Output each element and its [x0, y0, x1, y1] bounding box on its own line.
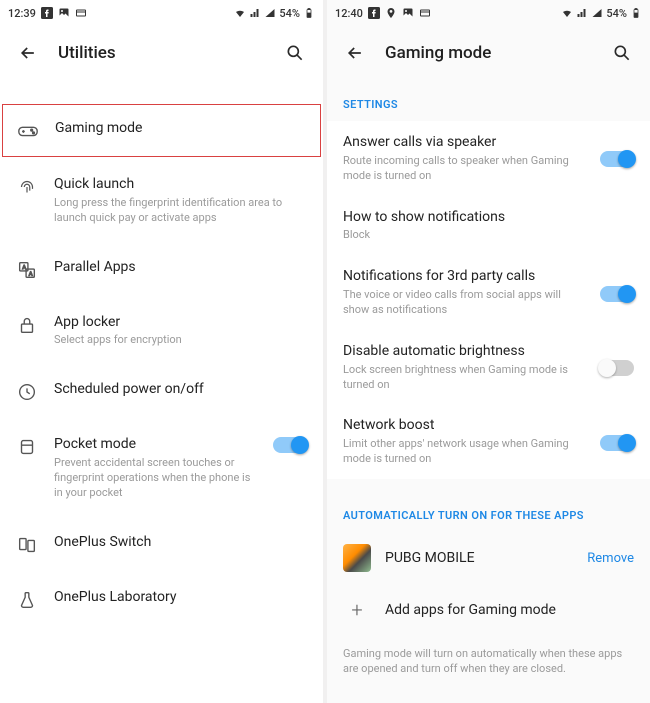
- item-title: Scheduled power on/off: [54, 380, 307, 399]
- setting-subtitle: Lock screen brightness when Gaming mode …: [343, 363, 578, 393]
- item-subtitle: Long press the fingerprint identificatio…: [54, 196, 307, 226]
- utilities-screen: 12:39 54% Utilities Gaming mode Quick la…: [0, 0, 323, 703]
- auto-brightness-toggle[interactable]: [600, 360, 634, 376]
- setting-title: How to show notifications: [343, 208, 628, 227]
- add-apps-label: Add apps for Gaming mode: [385, 602, 634, 618]
- signal-icon: [249, 7, 261, 19]
- page-title: Gaming mode: [385, 43, 592, 63]
- item-gaming-mode[interactable]: Gaming mode: [2, 104, 321, 157]
- lock-icon: [16, 314, 38, 336]
- item-quick-launch[interactable]: Quick launch Long press the fingerprint …: [0, 161, 323, 240]
- search-button[interactable]: [610, 41, 634, 65]
- status-bar: 12:39 54%: [0, 0, 323, 26]
- clock-icon: [16, 381, 38, 403]
- item-app-locker[interactable]: App locker Select apps for encryption: [0, 299, 323, 363]
- signal-icon-2: [591, 7, 603, 19]
- setting-title: Disable automatic brightness: [343, 342, 578, 361]
- image-icon: [402, 7, 414, 19]
- gaming-mode-screen: 12:40 54% Gaming mode SETTINGS Answer ca…: [327, 0, 650, 703]
- wifi-icon: [561, 7, 573, 19]
- setting-title: Network boost: [343, 416, 578, 435]
- card-icon: [419, 7, 431, 19]
- back-button[interactable]: [343, 41, 367, 65]
- status-time: 12:40: [335, 7, 363, 20]
- answer-calls-toggle[interactable]: [600, 151, 634, 167]
- gaming-mode-content: SETTINGS Answer calls via speaker Route …: [327, 80, 650, 703]
- facebook-icon: [368, 7, 380, 19]
- wifi-icon: [234, 7, 246, 19]
- svg-text:A: A: [22, 265, 26, 271]
- item-title: Pocket mode: [54, 435, 257, 454]
- battery-percent: 54%: [279, 7, 300, 20]
- battery-icon: [303, 7, 315, 19]
- section-settings-label: SETTINGS: [327, 80, 650, 121]
- third-party-calls-toggle[interactable]: [600, 286, 634, 302]
- facebook-icon: [41, 7, 53, 19]
- network-boost-toggle[interactable]: [600, 435, 634, 451]
- item-subtitle: Select apps for encryption: [54, 333, 307, 348]
- parallel-icon: AA: [16, 259, 38, 281]
- location-icon: [385, 7, 397, 19]
- battery-icon: [630, 7, 642, 19]
- item-subtitle: Prevent accidental screen touches or fin…: [54, 456, 257, 501]
- item-title: OnePlus Switch: [54, 533, 307, 552]
- image-icon: [58, 7, 70, 19]
- item-title: Parallel Apps: [54, 258, 307, 277]
- signal-icon-2: [264, 7, 276, 19]
- flask-icon: [16, 589, 38, 611]
- card-icon: [75, 7, 87, 19]
- search-button[interactable]: [283, 41, 307, 65]
- setting-how-to-show-notifications[interactable]: How to show notifications Block: [327, 196, 650, 256]
- item-oneplus-laboratory[interactable]: OnePlus Laboratory: [0, 574, 323, 625]
- setting-3rd-party-calls[interactable]: Notifications for 3rd party calls The vo…: [327, 255, 650, 330]
- item-title: Gaming mode: [55, 119, 306, 138]
- gamepad-icon: [17, 120, 39, 142]
- item-parallel-apps[interactable]: AA Parallel Apps: [0, 244, 323, 295]
- item-oneplus-switch[interactable]: OnePlus Switch: [0, 519, 323, 570]
- header: Gaming mode: [327, 26, 650, 80]
- item-scheduled-power[interactable]: Scheduled power on/off: [0, 366, 323, 417]
- item-pocket-mode[interactable]: Pocket mode Prevent accidental screen to…: [0, 421, 323, 514]
- switch-icon: [16, 534, 38, 556]
- pocket-icon: [16, 436, 38, 458]
- fingerprint-icon: [16, 176, 38, 198]
- pubg-app-icon: [343, 544, 371, 572]
- setting-subtitle: Limit other apps' network usage when Gam…: [343, 437, 578, 467]
- add-apps-row[interactable]: + Add apps for Gaming mode: [327, 584, 650, 636]
- status-time: 12:39: [8, 7, 36, 20]
- setting-disable-auto-brightness[interactable]: Disable automatic brightness Lock screen…: [327, 330, 650, 405]
- app-row-pubg[interactable]: PUBG MOBILE Remove: [327, 532, 650, 584]
- setting-answer-calls-speaker[interactable]: Answer calls via speaker Route incoming …: [327, 121, 650, 196]
- item-title: Quick launch: [54, 175, 307, 194]
- item-title: App locker: [54, 313, 307, 332]
- setting-subtitle: Route incoming calls to speaker when Gam…: [343, 154, 578, 184]
- battery-percent: 54%: [606, 7, 627, 20]
- signal-icon: [576, 7, 588, 19]
- plus-icon: +: [343, 596, 371, 624]
- app-name: PUBG MOBILE: [385, 550, 573, 566]
- header: Utilities: [0, 26, 323, 80]
- pocket-mode-toggle[interactable]: [273, 437, 307, 453]
- gaming-mode-footnote: Gaming mode will turn on automatically w…: [327, 636, 650, 693]
- remove-app-button[interactable]: Remove: [587, 551, 634, 566]
- setting-network-boost[interactable]: Network boost Limit other apps' network …: [327, 404, 650, 479]
- utilities-list: Gaming mode Quick launch Long press the …: [0, 80, 323, 703]
- setting-subtitle: The voice or video calls from social app…: [343, 288, 578, 318]
- setting-title: Notifications for 3rd party calls: [343, 267, 578, 286]
- page-title: Utilities: [58, 43, 265, 63]
- item-title: OnePlus Laboratory: [54, 588, 307, 607]
- svg-text:A: A: [29, 271, 33, 277]
- status-bar: 12:40 54%: [327, 0, 650, 26]
- section-apps-label: AUTOMATICALLY TURN ON FOR THESE APPS: [327, 491, 650, 532]
- setting-subtitle: Block: [343, 228, 628, 243]
- back-button[interactable]: [16, 41, 40, 65]
- setting-title: Answer calls via speaker: [343, 133, 578, 152]
